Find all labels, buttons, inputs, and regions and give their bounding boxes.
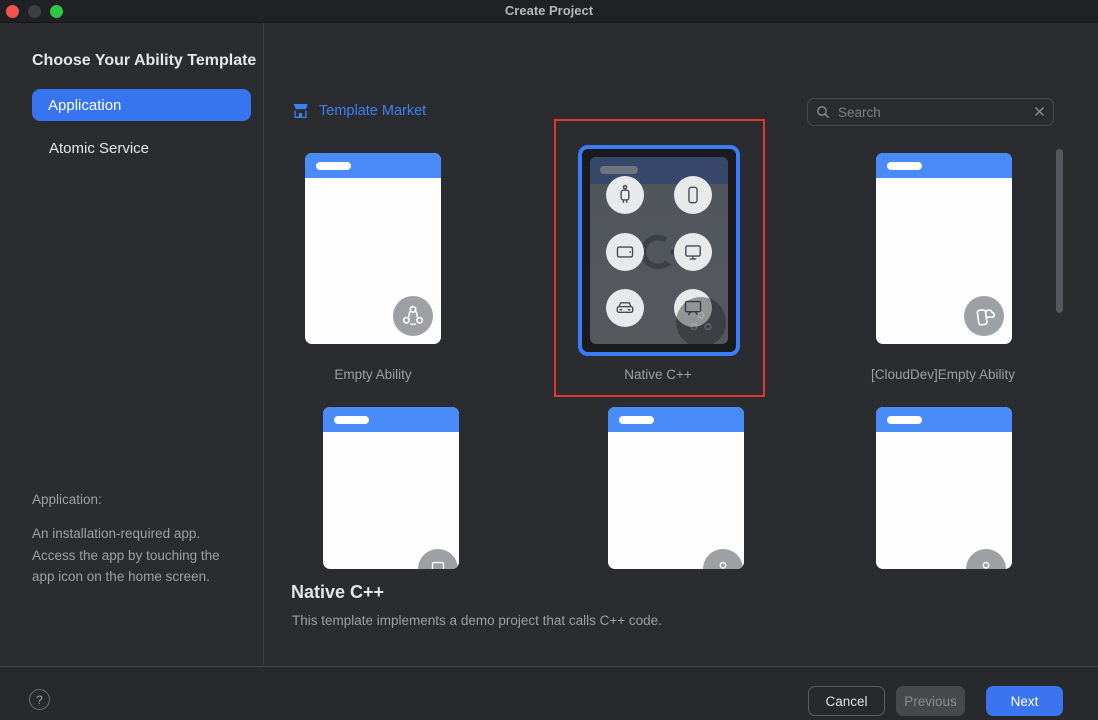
search-box <box>807 98 1054 126</box>
sidebar: Choose Your Ability Template Application… <box>0 23 264 665</box>
watch-icon <box>606 176 644 214</box>
help-button[interactable]: ? <box>29 689 50 710</box>
vertical-scrollbar[interactable] <box>1056 149 1063 313</box>
sidebar-item-atomic-service[interactable]: Atomic Service <box>32 132 251 164</box>
application-description: An installation-required app. Access the… <box>32 523 242 588</box>
template-gallery: Template Market <box>265 23 1098 665</box>
phone-icon <box>674 176 712 214</box>
template-card-native-cpp[interactable] <box>578 145 740 356</box>
footer: ? Cancel Previous Next <box>0 666 1098 720</box>
template-card[interactable] <box>323 407 459 569</box>
card-label: Native C++ <box>578 367 738 383</box>
window-title: Create Project <box>0 3 1098 18</box>
template-card[interactable] <box>608 407 744 569</box>
help-icon: ? <box>36 693 43 707</box>
card-header <box>876 153 1012 178</box>
template-card-clouddev-empty-ability[interactable] <box>876 153 1012 344</box>
template-card[interactable] <box>876 407 1012 569</box>
badge-icon <box>418 549 458 569</box>
selected-template-title: Native C++ <box>291 582 384 603</box>
create-project-dialog: Create Project Choose Your Ability Templ… <box>0 0 1098 720</box>
badge-icon <box>966 549 1006 569</box>
card-header-pill <box>887 416 922 424</box>
next-button[interactable]: Next <box>986 686 1063 716</box>
car-icon <box>606 289 644 327</box>
card-header-pill <box>887 162 922 170</box>
application-description-title: Application: <box>32 492 102 507</box>
search-icon <box>816 105 830 119</box>
tablet-icon <box>606 233 644 271</box>
storefront-icon <box>292 103 309 119</box>
phone-cloud-icon <box>964 296 1004 336</box>
template-card-empty-ability[interactable] <box>305 153 441 344</box>
card-header <box>608 407 744 432</box>
monitor-icon <box>674 233 712 271</box>
harmony-logo-icon <box>393 296 433 336</box>
sidebar-item-label: Application <box>48 97 121 114</box>
search-input[interactable] <box>807 98 1054 126</box>
card-header-pill <box>619 416 654 424</box>
page-title: Choose Your Ability Template <box>32 52 256 70</box>
card-header-pill <box>316 162 351 170</box>
dimmed-harmony-logo-icon <box>676 297 726 344</box>
cancel-button[interactable]: Cancel <box>808 686 885 716</box>
clear-search-icon[interactable] <box>1033 105 1046 118</box>
native-cpp-preview <box>590 157 728 344</box>
badge-icon <box>703 549 743 569</box>
card-header <box>305 153 441 178</box>
card-label: [CloudDev]Empty Ability <box>843 367 1043 383</box>
sidebar-item-application[interactable]: Application <box>32 89 251 121</box>
description-line: Access the app by touching the <box>32 545 242 567</box>
template-market-label: Template Market <box>319 103 426 119</box>
titlebar: Create Project <box>0 0 1098 23</box>
card-header-pill <box>334 416 369 424</box>
previous-button[interactable]: Previous <box>896 686 965 716</box>
selected-template-description: This template implements a demo project … <box>292 613 662 628</box>
card-header <box>323 407 459 432</box>
card-header <box>876 407 1012 432</box>
template-market-link[interactable]: Template Market <box>292 103 426 119</box>
card-label: Empty Ability <box>293 367 453 383</box>
description-line: An installation-required app. <box>32 523 242 545</box>
description-line: app icon on the home screen. <box>32 566 242 588</box>
sidebar-item-label: Atomic Service <box>49 140 149 157</box>
card-header-pill <box>600 166 638 174</box>
